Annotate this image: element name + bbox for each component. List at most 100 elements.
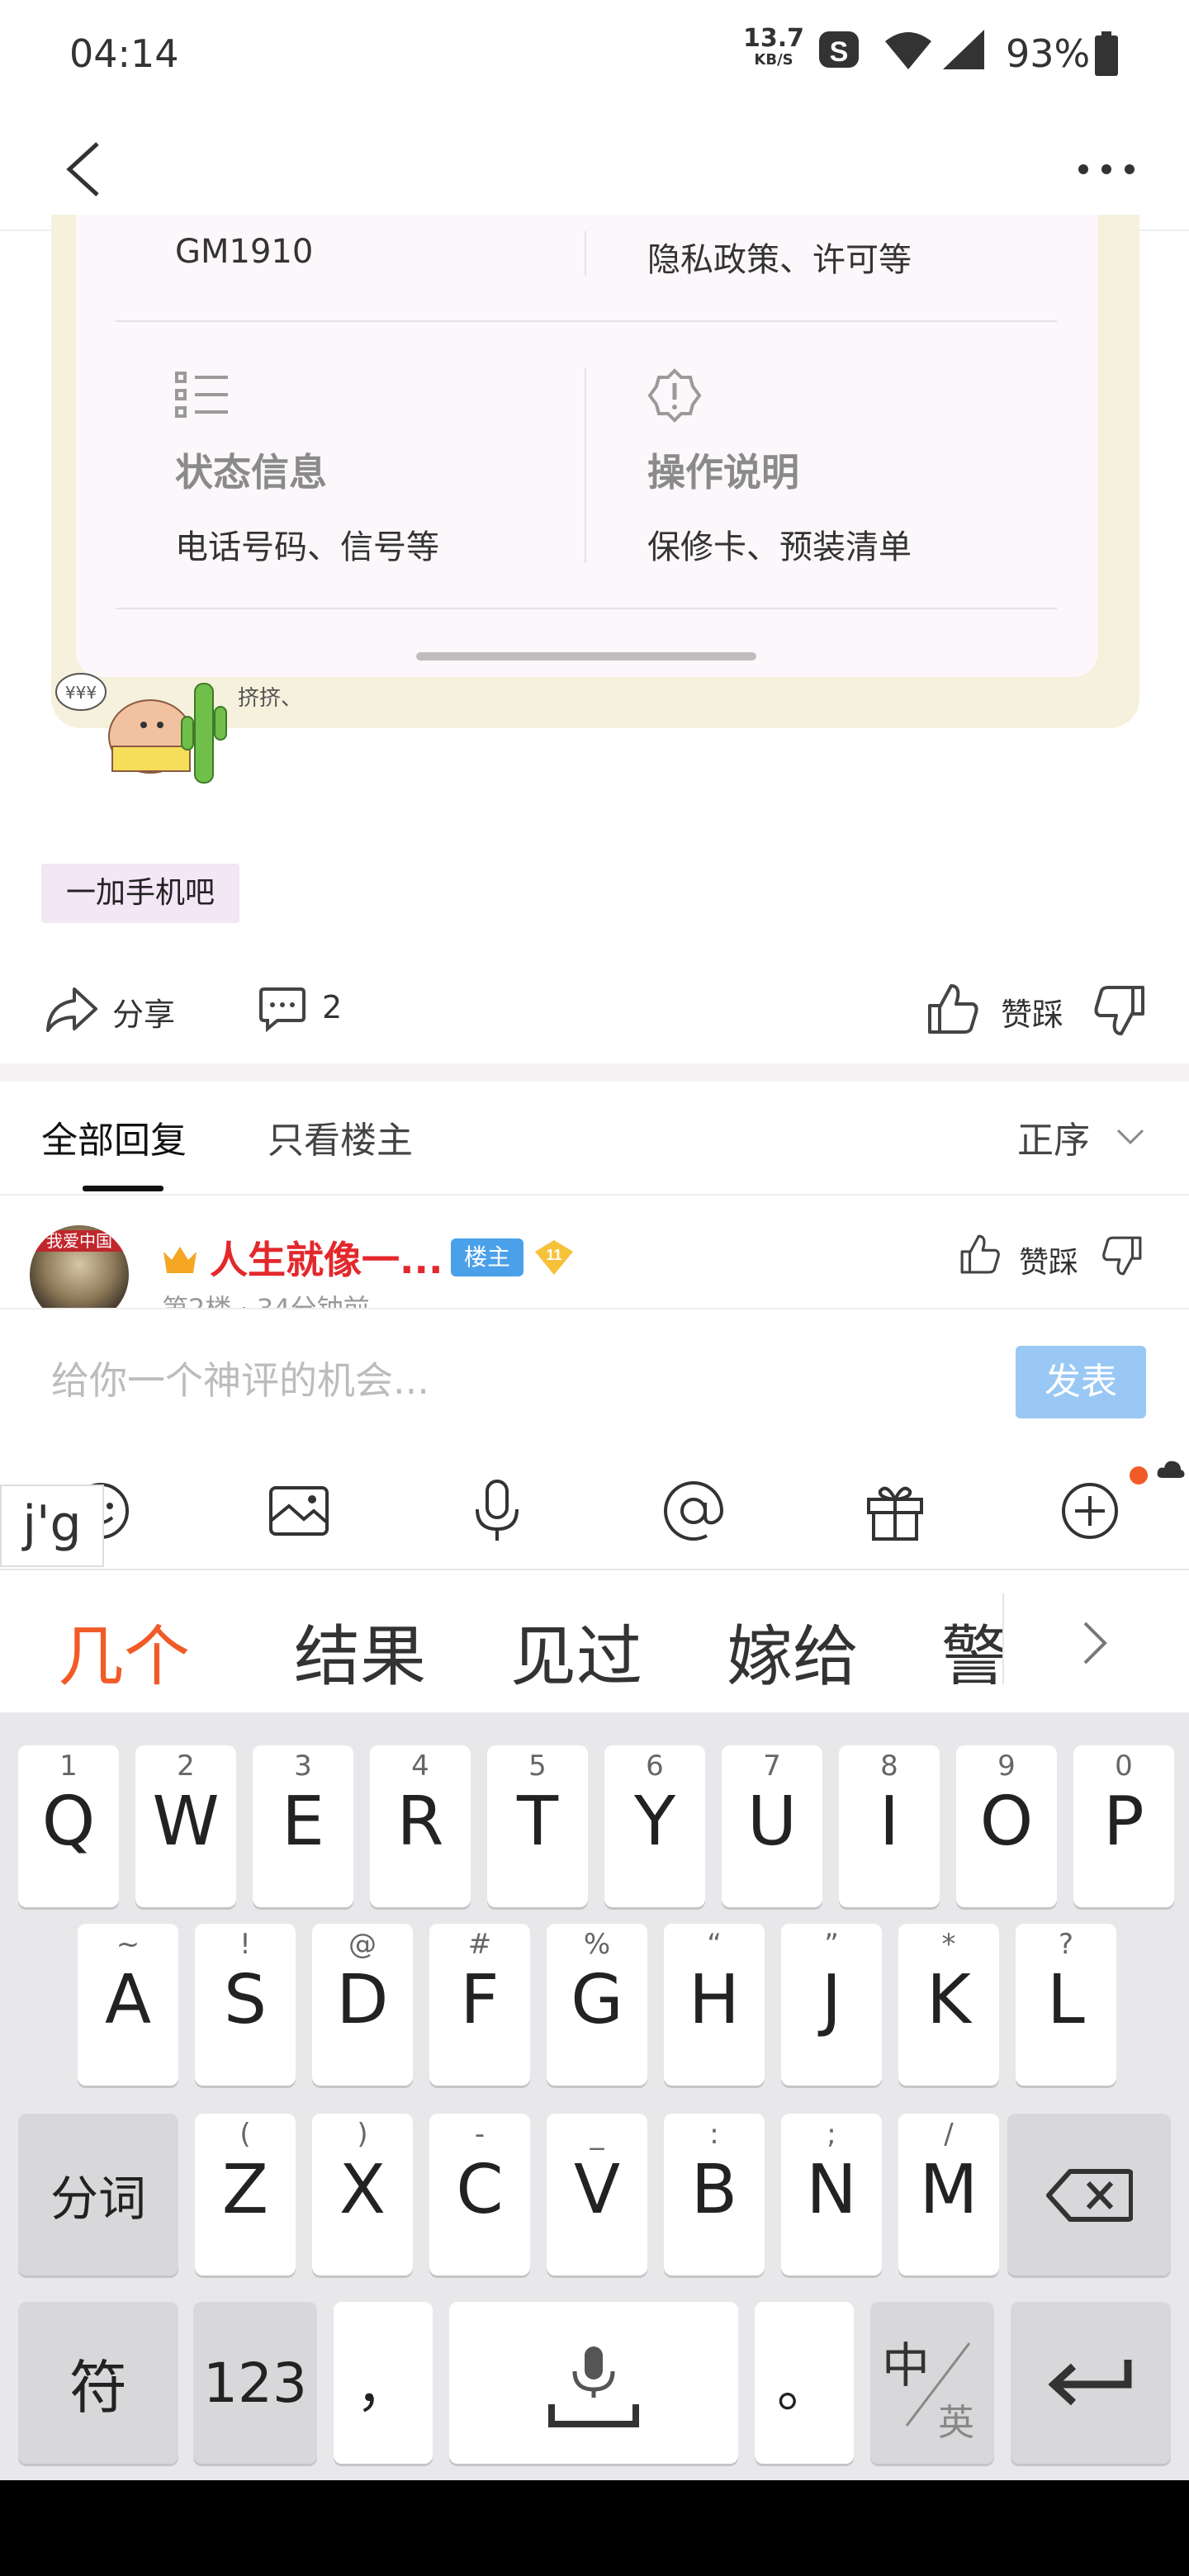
sort-order[interactable]: 正序: [1017, 1110, 1090, 1163]
key-secondary-label: @: [348, 1928, 377, 1961]
key-l[interactable]: ? L: [1016, 1924, 1116, 2086]
key-g[interactable]: % G: [547, 1924, 647, 2086]
key-letter-label: K: [926, 1961, 971, 2039]
comment-icon[interactable]: [258, 984, 307, 1034]
key-secondary-label: ): [357, 2118, 368, 2151]
key-t[interactable]: 5T: [487, 1745, 588, 1907]
key-letter-label: Z: [221, 2151, 269, 2229]
key-y[interactable]: 6Y: [604, 1745, 705, 1907]
key-letter-label: V: [573, 2151, 621, 2229]
status-time: 04:14: [69, 31, 179, 76]
key-secondary-label: 6: [646, 1750, 664, 1783]
key-secondary-label: 3: [294, 1750, 312, 1783]
reply-thumbs-up-icon[interactable]: [959, 1232, 1001, 1276]
chevron-down-icon[interactable]: [1116, 1128, 1144, 1146]
publish-button[interactable]: 发表: [1016, 1346, 1146, 1418]
key-u[interactable]: 7U: [722, 1745, 822, 1907]
top-nav: [0, 107, 1189, 231]
more-dots-icon[interactable]: [1073, 157, 1139, 182]
battery-icon: [1095, 31, 1118, 76]
key-k[interactable]: * K: [898, 1924, 999, 2086]
net-speed: 13.7 KB/S: [743, 24, 805, 71]
share-button[interactable]: 分享: [112, 989, 175, 1035]
sticker-bubble-text: ¥¥¥: [65, 683, 97, 703]
key-r[interactable]: 4R: [370, 1745, 471, 1907]
key-w[interactable]: 2W: [135, 1745, 236, 1907]
segment-key[interactable]: 分词: [18, 2114, 178, 2275]
tab-all-replies[interactable]: 全部回复: [41, 1110, 187, 1163]
key-secondary-label: ”: [824, 1928, 839, 1961]
cloud-icon: [1157, 1461, 1185, 1478]
image-icon[interactable]: [266, 1478, 332, 1544]
net-speed-value: 13.7: [743, 24, 805, 53]
key-letter-label: L: [1047, 1961, 1085, 2039]
privacy-text: 隐私政策、许可等: [647, 241, 912, 279]
comment-input[interactable]: 给你一个神评的机会...: [51, 1351, 429, 1405]
key-p[interactable]: 0P: [1073, 1745, 1174, 1907]
plus-icon[interactable]: [1057, 1478, 1123, 1544]
candidate-word[interactable]: 见过: [510, 1603, 642, 1699]
key-j[interactable]: ” J: [781, 1924, 882, 2086]
key-i[interactable]: 8I: [839, 1745, 940, 1907]
candidate-word[interactable]: 嫁给: [727, 1603, 859, 1699]
mention-at-icon[interactable]: [661, 1478, 727, 1544]
pinyin-composition: j'g: [0, 1485, 104, 1567]
key-z[interactable]: (Z: [195, 2114, 296, 2275]
comma-key[interactable]: ，: [334, 2302, 433, 2464]
comment-count[interactable]: 2: [322, 989, 342, 1025]
key-o[interactable]: 9O: [956, 1745, 1057, 1907]
language-switch-key[interactable]: 中 英: [870, 2302, 994, 2464]
key-n[interactable]: ; N: [781, 2114, 882, 2275]
key-m[interactable]: / M: [898, 2114, 999, 2275]
battery-percent: 93%: [1006, 31, 1091, 76]
candidate-word[interactable]: 结果: [294, 1603, 426, 1699]
backspace-key[interactable]: [1007, 2114, 1171, 2275]
backspace-icon: [1046, 2169, 1133, 2222]
reply-thumbs-down-icon[interactable]: [1101, 1234, 1143, 1278]
space-key[interactable]: [449, 2302, 738, 2464]
key-x[interactable]: ) X: [312, 2114, 413, 2275]
divider: [116, 320, 1057, 322]
microphone-icon[interactable]: [464, 1478, 530, 1544]
share-icon[interactable]: [45, 984, 99, 1034]
segment-key-label: 分词: [50, 2171, 146, 2227]
key-c[interactable]: -C: [429, 2114, 530, 2275]
model-number: GM1910: [175, 233, 314, 271]
key-secondary-label: :: [709, 2118, 719, 2151]
key-a[interactable]: ~ A: [78, 1924, 178, 2086]
key-secondary-label: !: [239, 1928, 251, 1961]
avatar-banner-text: 我爱中国: [30, 1230, 129, 1252]
key-s[interactable]: ! S: [195, 1924, 296, 2086]
space-voice-icon: [548, 2346, 639, 2427]
numbers-key[interactable]: 123: [193, 2302, 317, 2464]
thumbs-up-icon[interactable]: [926, 983, 979, 1035]
key-letter-label: G: [571, 1961, 623, 2039]
gift-icon[interactable]: [862, 1478, 928, 1544]
input-tools-bar: [0, 1447, 1189, 1570]
key-secondary-label: “: [707, 1928, 722, 1961]
key-f[interactable]: # F: [429, 1924, 530, 2086]
divider: [0, 1194, 1189, 1196]
reply-username[interactable]: 人生就像一...: [210, 1230, 443, 1285]
key-secondary-label: *: [941, 1928, 956, 1961]
key-h[interactable]: “H: [664, 1924, 765, 2086]
enter-key[interactable]: [1011, 2302, 1171, 2464]
key-b[interactable]: :B: [664, 2114, 765, 2275]
forum-tag[interactable]: 一加手机吧: [41, 864, 240, 923]
back-chevron-icon[interactable]: [58, 140, 116, 198]
key-q[interactable]: 1Q: [18, 1745, 119, 1907]
chevron-right-icon[interactable]: [1082, 1620, 1110, 1666]
candidate-word[interactable]: 几个: [58, 1603, 190, 1699]
key-d[interactable]: @ D: [312, 1924, 413, 2086]
period-key[interactable]: 。: [755, 2302, 854, 2464]
symbols-key[interactable]: 符: [18, 2302, 178, 2464]
thumbs-down-icon[interactable]: [1093, 984, 1146, 1037]
key-e[interactable]: 3E: [253, 1745, 353, 1907]
key-secondary-label: 9: [997, 1750, 1016, 1783]
system-nav-bar: [0, 2480, 1189, 2576]
candidate-word[interactable]: 警: [941, 1603, 1002, 1684]
tab-owner-only[interactable]: 只看楼主: [268, 1110, 413, 1163]
post-actions: 分享 2 赞踩: [0, 958, 1189, 1057]
key-secondary-label: (: [239, 2118, 251, 2151]
key-v[interactable]: _ V: [547, 2114, 647, 2275]
